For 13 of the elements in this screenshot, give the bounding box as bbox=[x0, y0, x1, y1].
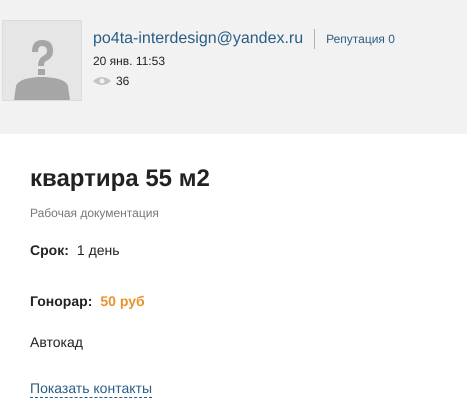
field-value: 1 день bbox=[76, 241, 120, 260]
post-date: 20 янв. 11:53 bbox=[93, 53, 166, 70]
field-label: Срок: bbox=[30, 241, 69, 260]
task-title: квартира 55 м2 bbox=[30, 164, 211, 194]
views-count: 36 bbox=[116, 73, 130, 90]
field-label: Гонорар: bbox=[30, 292, 92, 311]
field-value: 50 руб bbox=[100, 292, 145, 311]
author-email-link[interactable]: po4ta-interdesign@yandex.ru bbox=[93, 29, 304, 49]
task-category: Рабочая документация bbox=[30, 205, 160, 222]
show-contacts-link[interactable]: Показать контакты bbox=[30, 380, 152, 398]
task-description: Автокад bbox=[30, 333, 84, 352]
reputation-label: Репутация 0 bbox=[326, 31, 395, 48]
eye-icon bbox=[93, 76, 111, 86]
